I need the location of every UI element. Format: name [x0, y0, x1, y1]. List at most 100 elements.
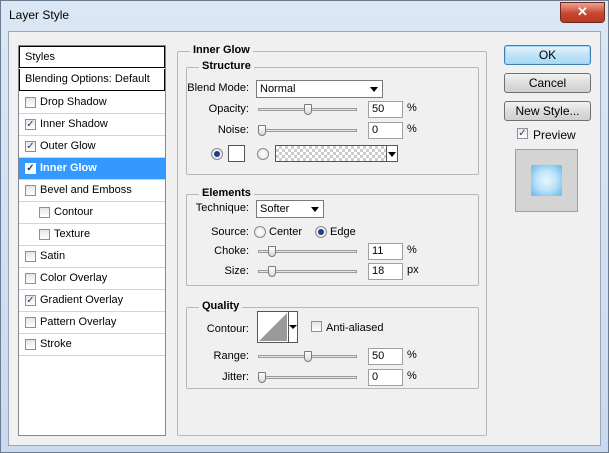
noise-slider-thumb[interactable] [258, 125, 266, 136]
style-item-label: Drop Shadow [40, 96, 107, 108]
noise-label: Noise: [217, 124, 249, 136]
style-item-satin[interactable]: Satin [19, 246, 165, 268]
style-checkbox[interactable] [25, 185, 36, 196]
choke-unit: % [407, 244, 417, 256]
jitter-input[interactable]: 0 [368, 369, 403, 386]
blend-mode-dropdown[interactable]: Normal [256, 80, 383, 98]
range-label: Range: [213, 350, 249, 362]
choke-input[interactable]: 11 [368, 243, 403, 260]
style-checkbox[interactable] [25, 97, 36, 108]
noise-unit: % [407, 123, 417, 135]
range-unit: % [407, 349, 417, 361]
anti-aliased-checkbox[interactable] [311, 321, 322, 332]
jitter-slider-thumb[interactable] [258, 372, 266, 383]
range-input[interactable]: 50 [368, 348, 403, 365]
style-checkbox[interactable] [25, 317, 36, 328]
choke-label: Choke: [214, 245, 249, 257]
technique-label: Technique: [195, 202, 249, 214]
contour-preview-icon [259, 313, 287, 341]
inner-glow-title: Inner Glow [190, 44, 253, 56]
range-slider-thumb[interactable] [303, 351, 312, 362]
new-style-button[interactable]: New Style... [504, 101, 591, 121]
chevron-down-icon [370, 87, 378, 92]
quality-title: Quality [199, 300, 243, 312]
style-checkbox[interactable] [39, 207, 50, 218]
style-checkbox[interactable]: ✓ [25, 141, 36, 152]
source-edge-radio[interactable] [315, 226, 327, 238]
title-bar[interactable]: Layer Style ✕ [1, 1, 608, 31]
source-label: Source: [211, 226, 249, 238]
glow-color-swatch[interactable] [228, 145, 245, 162]
gradient-radio[interactable] [257, 148, 269, 160]
choke-slider-thumb[interactable] [268, 246, 276, 257]
technique-value: Softer [260, 203, 290, 215]
size-unit: px [407, 264, 419, 276]
style-item-inner-shadow[interactable]: ✓ Inner Shadow [19, 114, 165, 136]
style-item-gradient-overlay[interactable]: ✓ Gradient Overlay [19, 290, 165, 312]
style-checkbox[interactable]: ✓ [25, 163, 36, 174]
jitter-unit: % [407, 370, 417, 382]
style-item-inner-glow[interactable]: ✓ Inner Glow [19, 158, 165, 180]
style-item-label: Satin [40, 250, 66, 262]
style-preview-swatch [531, 165, 562, 196]
solid-color-radio[interactable] [211, 148, 223, 160]
cancel-button[interactable]: Cancel [504, 73, 591, 93]
blending-options-item[interactable]: Blending Options: Default [19, 69, 165, 91]
opacity-input[interactable]: 50 [368, 101, 403, 118]
jitter-label: Jitter: [222, 371, 249, 383]
source-center-radio[interactable] [254, 226, 266, 238]
source-edge-label: Edge [330, 226, 356, 238]
style-checkbox[interactable] [25, 339, 36, 350]
style-item-bevel-and-emboss[interactable]: Bevel and Emboss [19, 180, 165, 202]
contour-dropdown[interactable] [288, 312, 297, 342]
style-checkbox[interactable]: ✓ [25, 119, 36, 130]
style-item-label: Pattern Overlay [40, 316, 117, 328]
elements-title: Elements [199, 187, 254, 199]
source-center-label: Center [269, 226, 303, 238]
noise-slider[interactable] [258, 129, 357, 132]
style-preview-thumbnail [515, 149, 578, 212]
style-item-label: Inner Glow [40, 162, 97, 174]
styles-header[interactable]: Styles [19, 46, 165, 68]
style-item-stroke[interactable]: Stroke [19, 334, 165, 356]
style-item-texture[interactable]: Texture [19, 224, 165, 246]
size-label: Size: [224, 265, 249, 277]
opacity-slider-thumb[interactable] [303, 104, 312, 115]
style-checkbox[interactable] [25, 251, 36, 262]
style-item-outer-glow[interactable]: ✓ Outer Glow [19, 136, 165, 158]
contour-picker[interactable] [257, 311, 298, 343]
size-slider-thumb[interactable] [268, 266, 276, 277]
preview-checkbox[interactable]: ✓ [517, 128, 528, 139]
size-input[interactable]: 18 [368, 263, 403, 280]
chevron-down-icon [388, 152, 396, 157]
close-button[interactable]: ✕ [560, 2, 605, 23]
style-item-contour[interactable]: Contour [19, 202, 165, 224]
style-item-label: Texture [54, 228, 91, 240]
style-item-label: Contour [54, 206, 94, 218]
opacity-unit: % [407, 102, 417, 114]
technique-dropdown[interactable]: Softer [256, 200, 324, 218]
jitter-slider[interactable] [258, 376, 357, 379]
contour-label: Contour: [206, 323, 249, 335]
preview-label: Preview [533, 128, 576, 142]
style-item-label: Bevel and Emboss [40, 184, 132, 196]
gradient-picker[interactable] [275, 145, 398, 162]
gradient-dropdown[interactable] [386, 146, 397, 161]
style-item-label: Color Overlay [40, 272, 108, 284]
ok-button[interactable]: OK [504, 45, 591, 65]
structure-title: Structure [199, 60, 254, 72]
style-item-pattern-overlay[interactable]: Pattern Overlay [19, 312, 165, 334]
chevron-down-icon [289, 325, 297, 329]
layer-style-dialog: Layer Style ✕ Styles Blending Options: D… [0, 0, 609, 453]
style-checkbox[interactable] [39, 229, 50, 240]
style-item-label: Stroke [40, 338, 72, 350]
style-checkbox[interactable] [25, 273, 36, 284]
blending-options-label: Blending Options: Default [25, 73, 150, 85]
dialog-body: Styles Blending Options: Default Drop Sh… [8, 31, 601, 446]
style-item-drop-shadow[interactable]: Drop Shadow [19, 92, 165, 114]
window-title: Layer Style [9, 8, 70, 22]
style-item-color-overlay[interactable]: Color Overlay [19, 268, 165, 290]
style-item-label: Gradient Overlay [40, 294, 124, 306]
style-checkbox[interactable]: ✓ [25, 295, 36, 306]
noise-input[interactable]: 0 [368, 122, 403, 139]
